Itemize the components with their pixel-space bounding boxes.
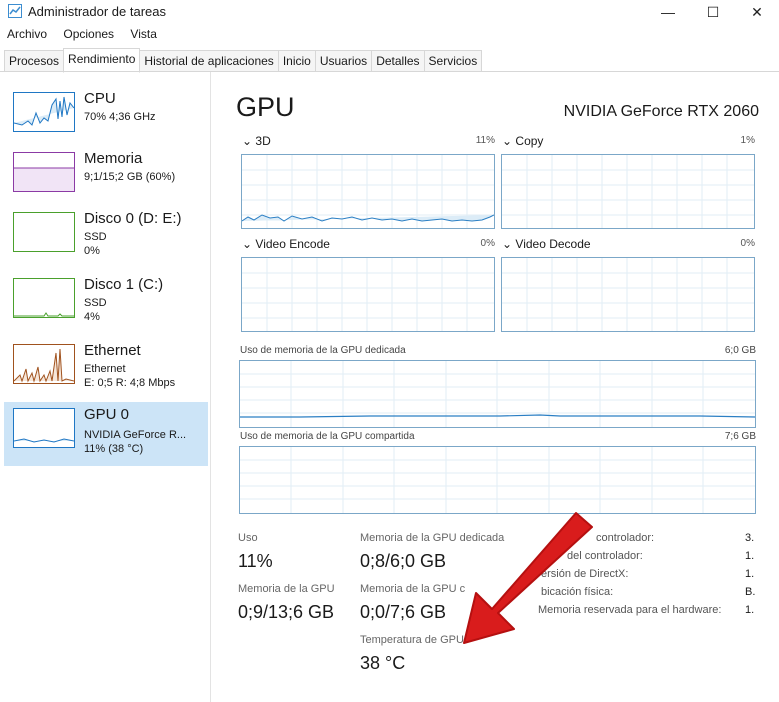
engine-3d-graph (241, 154, 495, 229)
dedicated-memory-graph (239, 360, 756, 428)
task-manager-icon (8, 4, 22, 18)
engine-percent: 11% (475, 135, 495, 146)
menu-bar: Archivo Opciones Vista (0, 27, 163, 45)
chevron-down-icon: ⌄ (242, 134, 253, 148)
menu-archivo[interactable]: Archivo (7, 27, 47, 41)
engine-copy-dropdown[interactable]: ⌄ Copy (502, 134, 543, 148)
sidebar-label: GPU 0 (84, 406, 130, 423)
engine-percent: 0% (740, 238, 755, 249)
maximize-button[interactable]: ☐ (700, 2, 726, 22)
info-value: B. (745, 586, 756, 598)
uso-label: Uso (238, 532, 258, 544)
close-button[interactable]: ✕ (744, 2, 770, 22)
sidebar-label: CPU (84, 90, 116, 107)
sidebar-detail-2: E: 0;5 R: 4;8 Mbps (84, 377, 176, 389)
sidebar-item-disco-0[interactable]: Disco 0 (D: E:) SSD 0% (4, 206, 208, 270)
tab-strip: Procesos Rendimiento Historial de aplica… (4, 48, 483, 73)
red-arrow-icon (463, 512, 593, 644)
ethernet-thumbnail-graph (13, 344, 75, 384)
tab-servicios[interactable]: Servicios (423, 50, 483, 72)
engine-label: Copy (515, 134, 544, 148)
cpu-thumbnail-graph (13, 92, 75, 132)
disk1-thumbnail-graph (13, 278, 75, 318)
engine-percent: 1% (740, 135, 755, 146)
gpu-thumbnail-graph (13, 408, 75, 448)
engine-3d-dropdown[interactable]: ⌄ 3D (242, 134, 271, 148)
shared-memory-max: 7;6 GB (724, 431, 756, 442)
engine-label: 3D (255, 134, 271, 148)
tab-rendimiento[interactable]: Rendimiento (63, 48, 141, 73)
tab-detalles[interactable]: Detalles (371, 50, 425, 72)
engine-label: Video Encode (255, 237, 330, 251)
gpu-temperature-value: 38 °C (360, 653, 406, 673)
sidebar-item-disco-1[interactable]: Disco 1 (C:) SSD 4% (4, 272, 208, 336)
gpu-model-name: NVIDIA GeForce RTX 2060 (563, 103, 759, 120)
sidebar-detail: 70% 4;36 GHz (84, 111, 156, 123)
sidebar-label: Memoria (84, 150, 143, 167)
chevron-down-icon: ⌄ (502, 134, 513, 148)
sidebar-detail: SSD (84, 297, 107, 309)
minimize-button[interactable]: — (655, 2, 681, 22)
uso-value: 11% (238, 551, 273, 571)
shared-memory-label: Uso de memoria de la GPU compartida (240, 431, 415, 442)
menu-opciones[interactable]: Opciones (63, 27, 114, 41)
dedicated-memory-max: 6;0 GB (724, 345, 756, 356)
engine-video-decode-graph (501, 257, 755, 332)
shared-memory-stat-value: 0;0/7;6 GB (360, 602, 447, 622)
sidebar-item-cpu[interactable]: CPU 70% 4;36 GHz (4, 86, 208, 150)
gpu-memory-value: 0;9/13;6 GB (238, 602, 335, 622)
tab-divider (0, 71, 779, 72)
tab-inicio[interactable]: Inicio (277, 50, 316, 72)
sidebar-label: Ethernet (84, 342, 141, 359)
sidebar-detail-2: 11% (38 °C) (84, 443, 144, 455)
engine-video-decode-dropdown[interactable]: ⌄ Video Decode (502, 237, 591, 251)
chevron-down-icon: ⌄ (242, 237, 253, 251)
sidebar-label: Disco 1 (C:) (84, 276, 164, 293)
menu-vista[interactable]: Vista (130, 27, 156, 41)
sidebar-detail: NVIDIA GeForce R... (84, 429, 187, 441)
info-value: 3. (745, 532, 755, 544)
info-value: 1. (745, 568, 755, 580)
info-value: 1. (745, 604, 755, 616)
gpu-memory-label: Memoria de la GPU (238, 583, 335, 595)
engine-percent: 0% (480, 238, 495, 249)
window-title: Administrador de tareas (28, 4, 167, 19)
info-value: 1. (745, 550, 755, 562)
sidebar-detail: 9;1/15;2 GB (60%) (84, 171, 176, 183)
disk0-thumbnail-graph (13, 212, 75, 252)
dedicated-memory-label: Uso de memoria de la GPU dedicada (240, 345, 406, 356)
sidebar-label: Disco 0 (D: E:) (84, 210, 182, 227)
dedicated-memory-stat-value: 0;8/6;0 GB (360, 551, 447, 571)
sidebar-detail: Ethernet (84, 363, 126, 375)
chevron-down-icon: ⌄ (502, 237, 513, 251)
sidebar-detail-2: 4% (84, 311, 100, 323)
tab-procesos[interactable]: Procesos (4, 50, 65, 72)
title-bar: Administrador de tareas — ☐ ✕ (0, 0, 779, 24)
sidebar-item-ethernet[interactable]: Ethernet Ethernet E: 0;5 R: 4;8 Mbps (4, 338, 208, 402)
engine-label: Video Decode (515, 237, 591, 251)
page-title: GPU (236, 92, 295, 122)
tab-usuarios[interactable]: Usuarios (314, 50, 373, 72)
tab-historial[interactable]: Historial de aplicaciones (139, 50, 279, 72)
engine-video-encode-dropdown[interactable]: ⌄ Video Encode (242, 237, 330, 251)
engine-copy-graph (501, 154, 755, 229)
sidebar-detail-2: 0% (84, 245, 100, 257)
engine-video-encode-graph (241, 257, 495, 332)
sidebar-detail: SSD (84, 231, 107, 243)
memory-thumbnail-graph (13, 152, 75, 192)
sidebar-item-gpu-0[interactable]: GPU 0 NVIDIA GeForce R... 11% (38 °C) (4, 402, 208, 466)
sidebar-item-memoria[interactable]: Memoria 9;1/15;2 GB (60%) (4, 146, 208, 210)
sidebar-divider (210, 72, 211, 702)
